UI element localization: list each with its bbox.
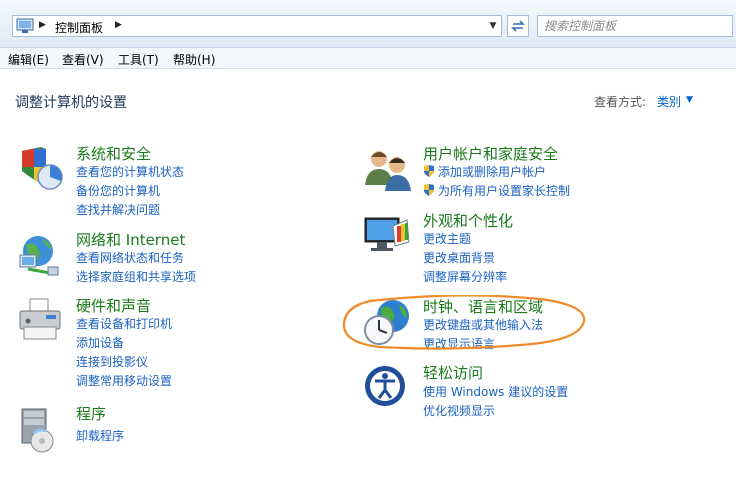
category-title-ease-of-access[interactable]: 轻松访问 — [423, 362, 483, 383]
search-box[interactable] — [537, 15, 733, 37]
menu-edit[interactable]: 编辑(E) — [8, 51, 49, 68]
ease-of-access-icon — [365, 366, 405, 406]
link-change-theme[interactable]: 更改主题 — [423, 230, 471, 247]
breadcrumb-separator-icon[interactable]: ▶ — [39, 20, 46, 30]
menu-bar: 编辑(E) 查看(V) 工具(T) 帮助(H) — [0, 48, 736, 69]
breadcrumb[interactable]: ▶ 控制面板 ▶ ▼ — [12, 15, 502, 37]
menu-help[interactable]: 帮助(H) — [173, 51, 215, 68]
link-view-computer-status[interactable]: 查看您的计算机状态 — [76, 163, 184, 180]
menu-view[interactable]: 查看(V) — [62, 51, 104, 68]
link-mobility-settings[interactable]: 调整常用移动设置 — [76, 372, 172, 389]
search-input[interactable] — [544, 18, 704, 34]
view-by-label: 查看方式: — [594, 95, 647, 109]
breadcrumb-item-control-panel[interactable]: 控制面板 — [55, 19, 103, 36]
link-add-remove-accounts[interactable]: 添加或删除用户帐户 — [423, 163, 546, 180]
category-title-programs[interactable]: 程序 — [76, 403, 106, 424]
link-recommended-settings[interactable]: 使用 Windows 建议的设置 — [423, 383, 568, 400]
category-title-hardware-sound[interactable]: 硬件和声音 — [76, 295, 151, 316]
network-icon — [19, 236, 59, 276]
link-devices-printers[interactable]: 查看设备和打印机 — [76, 315, 172, 332]
refresh-button[interactable] — [507, 15, 529, 37]
chevron-down-icon[interactable]: ▼ — [686, 95, 693, 105]
refresh-icon — [511, 20, 525, 32]
link-connect-projector[interactable]: 连接到投影仪 — [76, 353, 148, 370]
category-title-appearance[interactable]: 外观和个性化 — [423, 210, 513, 231]
category-title-system-security[interactable]: 系统和安全 — [76, 143, 151, 164]
link-backup-computer[interactable]: 备份您的计算机 — [76, 182, 160, 199]
page-title: 调整计算机的设置 — [15, 95, 127, 111]
uac-shield-icon — [424, 184, 434, 196]
address-bar: ▶ 控制面板 ▶ ▼ — [0, 0, 736, 48]
breadcrumb-separator-icon[interactable]: ▶ — [115, 20, 122, 30]
shield-icon — [22, 147, 63, 190]
link-label: 添加或删除用户帐户 — [438, 165, 547, 179]
programs-icon — [21, 408, 54, 453]
link-change-display-language[interactable]: 更改显示语言 — [423, 335, 495, 352]
printer-icon — [19, 298, 61, 340]
link-label: 为所有用户设置家长控制 — [438, 184, 571, 198]
link-network-status[interactable]: 查看网络状态和任务 — [76, 249, 184, 266]
category-title-network-internet[interactable]: 网络和 Internet — [76, 229, 185, 250]
chevron-down-icon[interactable]: ▼ — [485, 16, 501, 36]
view-by-dropdown[interactable]: 类别 — [657, 93, 681, 110]
clock-globe-icon — [364, 300, 409, 345]
link-parental-controls[interactable]: 为所有用户设置家长控制 — [423, 182, 570, 199]
link-homegroup-sharing[interactable]: 选择家庭组和共享选项 — [76, 268, 196, 285]
category-title-clock-language-region[interactable]: 时钟、语言和区域 — [423, 296, 543, 317]
link-optimize-visual-display[interactable]: 优化视频显示 — [423, 402, 495, 419]
link-add-device[interactable]: 添加设备 — [76, 334, 124, 351]
link-desktop-background[interactable]: 更改桌面背景 — [423, 249, 495, 266]
link-troubleshoot[interactable]: 查找并解决问题 — [76, 201, 160, 218]
link-uninstall-program[interactable]: 卸载程序 — [76, 427, 124, 444]
monitor-palette-icon — [364, 217, 410, 251]
menu-tools[interactable]: 工具(T) — [118, 51, 159, 68]
link-change-input-method[interactable]: 更改键盘或其他输入法 — [423, 316, 543, 333]
uac-shield-icon — [424, 165, 434, 177]
control-panel-icon — [16, 18, 34, 33]
category-title-user-accounts[interactable]: 用户帐户和家庭安全 — [423, 143, 558, 164]
link-screen-resolution[interactable]: 调整屏幕分辨率 — [423, 268, 507, 285]
users-icon — [365, 151, 411, 191]
